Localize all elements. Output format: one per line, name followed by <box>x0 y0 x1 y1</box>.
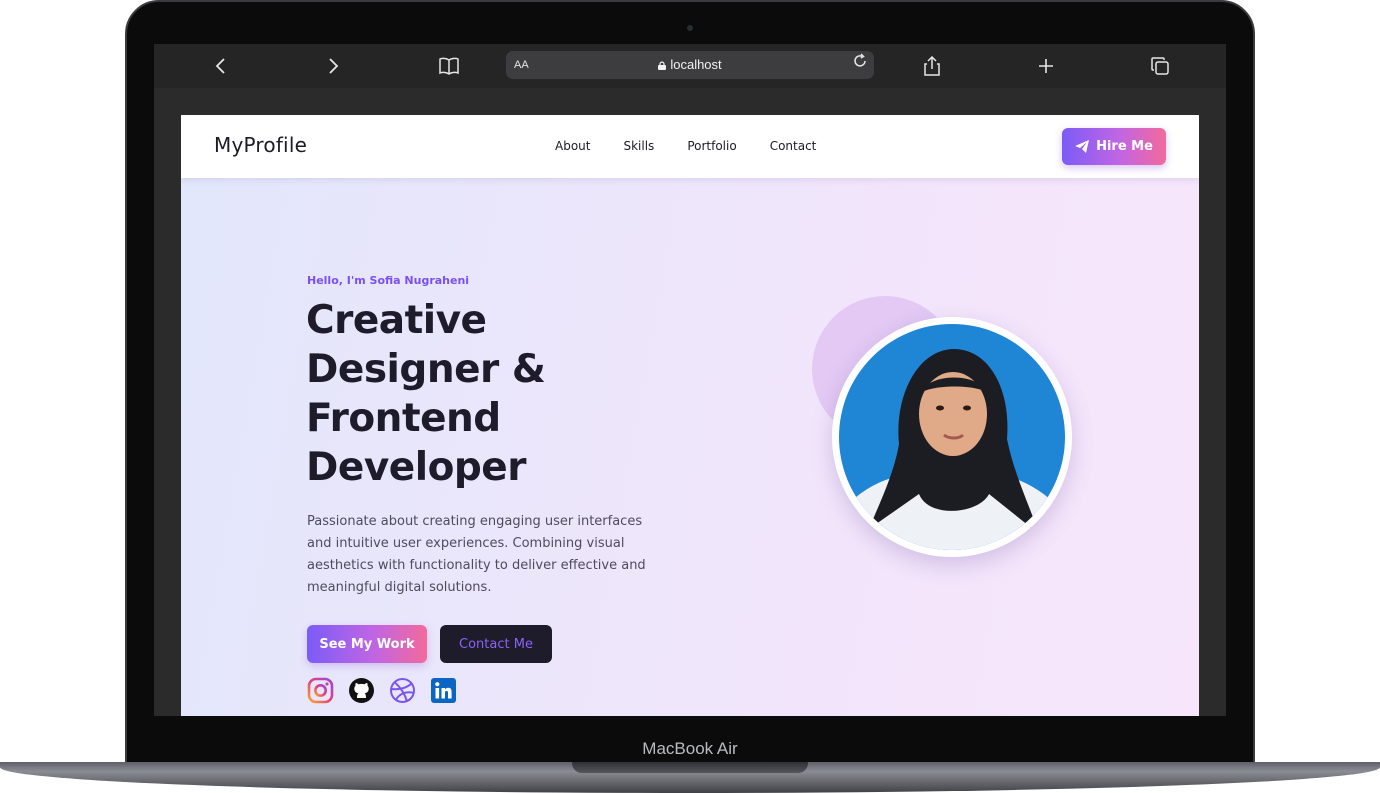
nav-portfolio[interactable]: Portfolio <box>687 139 736 153</box>
nav-contact[interactable]: Contact <box>770 139 817 153</box>
hero-headline: Creative Designer & Frontend Developer <box>306 296 626 492</box>
instagram-icon[interactable] <box>307 677 334 704</box>
back-icon[interactable] <box>208 54 232 78</box>
site-brand[interactable]: MyProfile <box>214 133 307 157</box>
contact-me-button[interactable]: Contact Me <box>440 625 552 663</box>
hire-me-button[interactable]: Hire Me <box>1062 128 1166 165</box>
forward-icon[interactable] <box>322 54 346 78</box>
lock-icon <box>658 61 667 70</box>
headline-line-4: Developer <box>306 445 526 490</box>
hire-me-label: Hire Me <box>1096 139 1153 154</box>
nav-links: About Skills Portfolio Contact <box>555 139 849 153</box>
headline-line-1: Creative <box>306 298 487 343</box>
social-links <box>307 677 457 704</box>
new-tab-icon[interactable] <box>1034 54 1058 78</box>
hero-description: Passionate about creating engaging user … <box>307 514 646 595</box>
laptop-notch <box>572 762 808 773</box>
tabs-icon[interactable] <box>1148 54 1172 78</box>
nav-skills[interactable]: Skills <box>623 139 654 153</box>
url-text: localhost <box>670 57 722 72</box>
browser-window: AA localhost MyProfile About Skills Port… <box>154 44 1226 716</box>
address-bar[interactable]: AA localhost <box>506 51 874 79</box>
share-icon[interactable] <box>920 54 944 78</box>
url-display: localhost <box>506 57 874 72</box>
github-icon[interactable] <box>348 677 375 704</box>
linkedin-icon[interactable] <box>430 677 457 704</box>
site-navbar: MyProfile About Skills Portfolio Contact… <box>181 115 1199 178</box>
profile-portrait-image <box>839 324 1065 550</box>
see-my-work-button[interactable]: See My Work <box>307 625 427 663</box>
reload-icon[interactable] <box>852 53 868 73</box>
portfolio-page: MyProfile About Skills Portfolio Contact… <box>181 115 1199 716</box>
headline-line-2: Designer & <box>306 347 546 392</box>
browser-toolbar: AA localhost <box>154 44 1226 88</box>
headline-line-3: Frontend <box>306 396 501 441</box>
nav-about[interactable]: About <box>555 139 590 153</box>
dribbble-icon[interactable] <box>389 677 416 704</box>
book-icon[interactable] <box>437 54 461 78</box>
device-label: MacBook Air <box>642 739 738 758</box>
camera-dot <box>687 25 693 31</box>
profile-photo <box>832 317 1072 557</box>
greeting-text: Hello, I'm Sofia Nugraheni <box>307 274 470 287</box>
paper-plane-icon <box>1075 140 1090 153</box>
